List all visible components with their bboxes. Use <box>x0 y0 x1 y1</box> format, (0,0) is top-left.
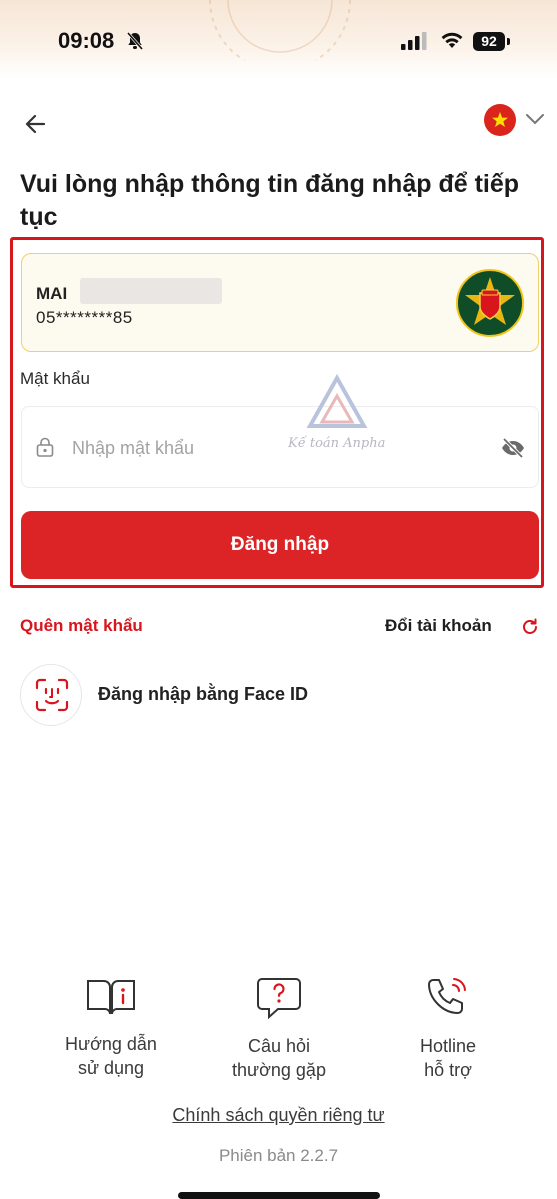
face-id-label: Đăng nhập bằng Face ID <box>98 684 309 704</box>
switch-account-link[interactable]: Đổi tài khoản <box>385 616 492 636</box>
password-field[interactable] <box>21 406 539 488</box>
avatar <box>456 269 524 337</box>
hotline-button[interactable]: Hotline hỗ trợ <box>383 976 513 1086</box>
app-version: Phiên bản 2.2.7 <box>218 1146 339 1165</box>
anpha-logo-icon <box>306 374 368 428</box>
faq-label-line2: thường gặp <box>232 1060 326 1080</box>
faq-icon <box>257 978 301 1020</box>
face-id-icon-wrap <box>20 664 82 726</box>
eye-hidden-icon[interactable] <box>500 437 526 459</box>
vietnam-flag-icon <box>492 112 508 127</box>
refresh-icon[interactable] <box>520 617 540 637</box>
password-input[interactable] <box>70 431 474 465</box>
faq-button[interactable]: Câu hỏi thường gặp <box>214 976 344 1086</box>
hotline-label-line1: Hotline <box>419 1036 477 1056</box>
status-bar: 09:08 92 <box>0 26 557 60</box>
phone-icon <box>428 978 466 1014</box>
wifi-icon <box>441 32 463 48</box>
forgot-password-link[interactable]: Quên mật khẩu <box>20 616 143 636</box>
account-name: MAI <box>36 284 68 303</box>
signal-icon <box>401 32 427 50</box>
page-title: Vui lòng nhập thông tin đăng nhập để tiế… <box>20 170 520 231</box>
login-button[interactable]: Đăng nhập <box>21 511 539 579</box>
face-id-icon <box>35 678 69 712</box>
hotline-label: Hotline hỗ trợ <box>383 1034 513 1082</box>
faq-label: Câu hỏi thường gặp <box>214 1034 344 1082</box>
face-id-login-button[interactable]: Đăng nhập bằng Face ID <box>20 664 440 726</box>
password-label: Mật khẩu <box>20 369 90 388</box>
battery-level: 92 <box>473 32 505 51</box>
guide-label: Hướng dẫn sử dụng <box>46 1032 176 1080</box>
account-card[interactable]: MAI 05********85 <box>21 253 539 352</box>
emblem-icon <box>465 277 515 325</box>
bell-muted-icon <box>126 32 144 50</box>
back-arrow-icon[interactable] <box>22 110 52 138</box>
faq-label-line1: Câu hỏi <box>247 1036 311 1056</box>
battery-icon <box>507 38 510 45</box>
book-icon <box>87 980 135 1015</box>
watermark: Kế toán Anpha <box>288 374 388 464</box>
language-flag-button[interactable] <box>484 104 516 136</box>
watermark-text: Kế toán Anpha <box>288 436 386 451</box>
home-indicator <box>178 1192 380 1199</box>
guide-label-line1: Hướng dẫn <box>65 1034 157 1054</box>
account-phone: 05********85 <box>36 308 133 327</box>
lock-icon <box>36 437 54 457</box>
guide-label-line2: sử dụng <box>77 1058 145 1078</box>
account-name-redacted <box>80 278 222 304</box>
chevron-down-icon[interactable] <box>524 112 546 126</box>
status-time: 09:08 <box>58 28 115 53</box>
privacy-policy-link[interactable]: Chính sách quyền riêng tư <box>0 1105 557 1126</box>
hotline-label-line2: hỗ trợ <box>424 1060 472 1080</box>
guide-button[interactable]: Hướng dẫn sử dụng <box>46 976 176 1086</box>
